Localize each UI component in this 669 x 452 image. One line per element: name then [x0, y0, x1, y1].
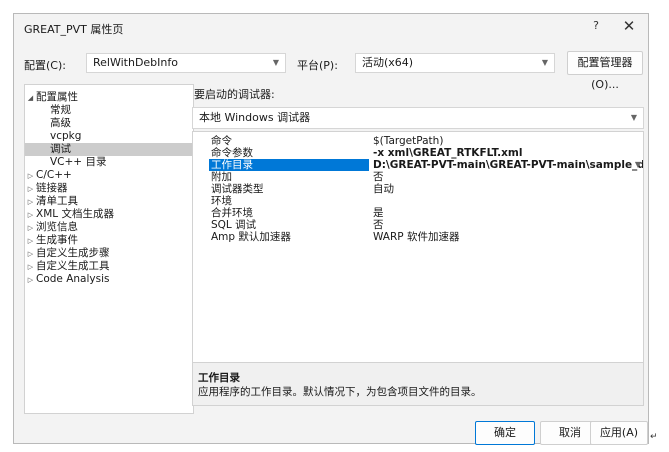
chevron-down-icon[interactable]: ▼ [635, 159, 641, 171]
configuration-select[interactable]: RelWithDebInfo ▼ [86, 53, 286, 73]
title-bar: GREAT_PVT 属性页 ? ✕ [14, 14, 648, 42]
tree-item-code-analysis[interactable]: ▷ Code Analysis [25, 273, 193, 286]
property-name: Amp 默认加速器 [211, 231, 291, 243]
property-row[interactable]: 命令 $(TargetPath) [193, 135, 643, 147]
tree-item-manifest-tool[interactable]: ▷ 清单工具 [25, 195, 193, 208]
tree-item-label: 生成事件 [36, 234, 78, 246]
tree-item-label: 自定义生成工具 [36, 260, 110, 272]
property-name: 工作目录 [209, 159, 369, 171]
tree-item-label: Code Analysis [36, 273, 110, 285]
property-value[interactable]: -x xml\GREAT_RTKFLT.xml [373, 147, 643, 159]
platform-select[interactable]: 活动(x64) ▼ [355, 53, 555, 73]
description-panel: 工作目录 应用程序的工作目录。默认情况下，为包含项目文件的目录。 [192, 362, 644, 406]
property-name: 合并环境 [211, 207, 253, 219]
tree-item-vc-directories[interactable]: VC++ 目录 [25, 156, 193, 169]
property-row[interactable]: Amp 默认加速器 WARP 软件加速器 [193, 231, 643, 243]
property-name: 附加 [211, 171, 232, 183]
paragraph-mark: ↵ [650, 432, 658, 442]
chevron-down-icon: ▼ [541, 58, 548, 67]
property-value[interactable]: 否 [373, 219, 643, 231]
property-value[interactable]: 否 [373, 171, 643, 183]
property-row[interactable]: 附加 否 [193, 171, 643, 183]
tree-item-label: 清单工具 [36, 195, 78, 207]
tree-item-label: 高级 [50, 117, 71, 129]
tree-item-browse-information[interactable]: ▷ 浏览信息 [25, 221, 193, 234]
tree-item-label: 浏览信息 [36, 221, 78, 233]
platform-label: 平台(P): [297, 59, 338, 72]
property-name: 命令 [211, 135, 232, 147]
property-value[interactable]: D:\GREAT-PVT-main\GREAT-PVT-main\sample_… [373, 159, 643, 171]
tree-item-label: VC++ 目录 [50, 156, 107, 168]
tree-item-linker[interactable]: ▷ 链接器 [25, 182, 193, 195]
tree-item-vcpkg[interactable]: vcpkg [25, 130, 193, 143]
property-value[interactable]: 自动 [373, 183, 643, 195]
property-row[interactable]: 环境 [193, 195, 643, 207]
property-row[interactable]: 合并环境 是 [193, 207, 643, 219]
ok-button[interactable]: 确定 [475, 421, 535, 445]
configuration-value: RelWithDebInfo [93, 56, 178, 69]
chevron-down-icon: ▼ [630, 113, 637, 122]
property-tree: ◢ 配置属性 常规 高级 vcpkg 调试 VC++ 目录 ▷ C/C++ ▷ 链接器… [24, 84, 194, 414]
property-row[interactable]: 命令参数 -x xml\GREAT_RTKFLT.xml [193, 147, 643, 159]
platform-value: 活动(x64) [362, 56, 414, 69]
property-row[interactable]: 调试器类型 自动 [193, 183, 643, 195]
property-name: 命令参数 [211, 147, 253, 159]
tree-item-label: 调试 [50, 143, 71, 155]
tree-item-label: 链接器 [36, 182, 68, 194]
tree-item-c-cpp[interactable]: ▷ C/C++ [25, 169, 193, 182]
tree-item-config-properties[interactable]: ◢ 配置属性 [25, 91, 193, 104]
tree-item-debugging[interactable]: 调试 [25, 143, 193, 156]
tree-item-label: 常规 [50, 104, 71, 116]
tree-item-general[interactable]: 常规 [25, 104, 193, 117]
property-grid: 命令 $(TargetPath) 命令参数 -x xml\GREAT_RTKFL… [192, 131, 644, 367]
tree-item-xml-doc-generator[interactable]: ▷ XML 文档生成器 [25, 208, 193, 221]
apply-button[interactable]: 应用(A) [590, 421, 648, 445]
tree-item-advanced[interactable]: 高级 [25, 117, 193, 130]
description-title: 工作目录 [198, 372, 240, 384]
property-value[interactable] [373, 195, 643, 207]
help-button[interactable]: ? [588, 19, 604, 32]
expand-arrow-icon[interactable]: ▷ [25, 274, 36, 287]
property-value[interactable]: $(TargetPath) [373, 135, 643, 147]
tree-item-custom-build-tool[interactable]: ▷ 自定义生成工具 [25, 260, 193, 273]
property-value[interactable]: WARP 软件加速器 [373, 231, 643, 243]
tree-item-custom-build-step[interactable]: ▷ 自定义生成步骤 [25, 247, 193, 260]
tree-item-build-events[interactable]: ▷ 生成事件 [25, 234, 193, 247]
description-text: 应用程序的工作目录。默认情况下，为包含项目文件的目录。 [198, 386, 482, 398]
tree-item-label: XML 文档生成器 [36, 208, 114, 220]
debugger-value: 本地 Windows 调试器 [199, 111, 311, 124]
property-row-selected[interactable]: 工作目录 D:\GREAT-PVT-main\GREAT-PVT-main\sa… [193, 159, 643, 171]
configuration-manager-button[interactable]: 配置管理器(O)... [567, 51, 643, 91]
debugger-select[interactable]: 本地 Windows 调试器 ▼ [192, 107, 644, 129]
tree-item-label: 配置属性 [36, 91, 78, 103]
property-value-text: D:\GREAT-PVT-main\GREAT-PVT-main\sample_… [373, 159, 643, 171]
property-pages-dialog: GREAT_PVT 属性页 ? ✕ 配置(C): RelWithDebInfo … [13, 13, 649, 445]
close-button[interactable]: ✕ [618, 17, 640, 35]
property-name: 环境 [211, 195, 232, 207]
chevron-down-icon: ▼ [272, 58, 279, 67]
tree-item-label: 自定义生成步骤 [36, 247, 110, 259]
tree-item-label: vcpkg [50, 130, 82, 142]
configuration-label: 配置(C): [24, 59, 66, 72]
property-value[interactable]: 是 [373, 207, 643, 219]
property-row[interactable]: SQL 调试 否 [193, 219, 643, 231]
property-name: 调试器类型 [211, 183, 264, 195]
top-strip [0, 0, 669, 13]
tree-item-label: C/C++ [36, 169, 72, 181]
property-name: SQL 调试 [211, 219, 257, 231]
debugger-to-launch-label: 要启动的调试器: [194, 88, 275, 101]
window-title: GREAT_PVT 属性页 [24, 23, 124, 36]
